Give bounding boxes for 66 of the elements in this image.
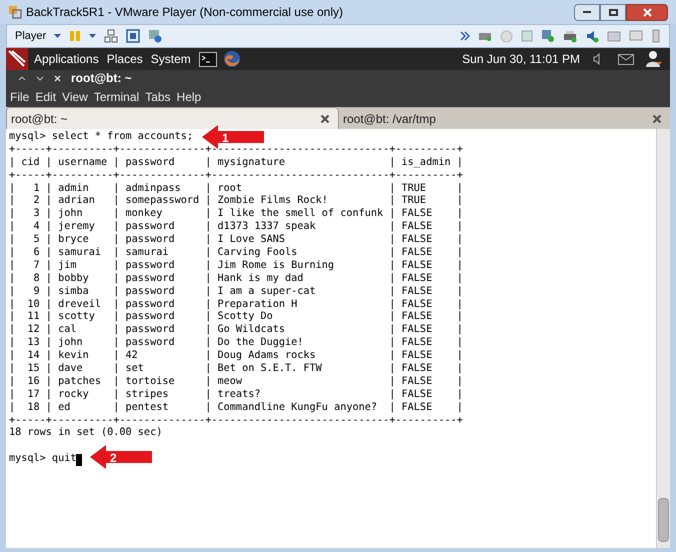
terminal-line: | 2 | adrian | somepassword | Zombie Films Rock! | TRUE | (9, 195, 463, 208)
terminal-line: | 3 | john | monkey | I like the smell of confunk | FALSE | (9, 208, 463, 221)
dragon-logo-icon[interactable] (6, 48, 28, 70)
menu-item[interactable]: Help (176, 88, 202, 106)
terminal-line: | 1 | admin | adminpass | root | TRUE | (9, 182, 463, 195)
terminal-line: | 14 | kevin | 42 | Doug Adams rocks | FALSE | (9, 350, 463, 363)
close-button[interactable] (626, 4, 668, 20)
terminal-line: | 6 | samurai | samurai | Carving Fools | FALSE | (9, 247, 463, 260)
terminal-line: | 5 | bryce | password | I Love SANS | FALSE | (9, 234, 463, 247)
chevron-down-icon[interactable] (36, 76, 44, 80)
close-icon[interactable] (320, 114, 330, 124)
menu-item[interactable]: View (62, 88, 88, 106)
terminal-line: | 10 | dreveil | password | Preparation H | FALSE | (9, 298, 463, 311)
callout-arrow: 2 (90, 445, 152, 469)
clock[interactable]: Sun Jun 30, 11:01 PM (462, 50, 580, 68)
terminal-line: | 16 | patches | tortoise | meow | FALSE | (9, 376, 463, 389)
window-info-icon[interactable] (148, 29, 162, 43)
panel-menu[interactable]: System (150, 50, 191, 68)
window-title: BackTrack5R1 - VMware Player (Non-commercial use only) (26, 4, 343, 21)
close-icon[interactable] (652, 114, 662, 124)
minimize-button[interactable] (574, 4, 600, 20)
fullscreen-icon[interactable] (126, 29, 140, 43)
sound-icon[interactable] (585, 29, 599, 43)
terminal-line: | 11 | scotty | password | Scotty Do | FALSE | (9, 311, 463, 324)
menu-item[interactable]: File (10, 88, 30, 106)
terminal-line: mysql> quit (9, 453, 76, 466)
terminal-line: mysql> select * from accounts; (9, 131, 194, 144)
vmware-logo-icon (8, 5, 22, 19)
maximize-button[interactable] (600, 4, 626, 20)
terminal-line: | 4 | jeremy | password | d1373 1337 speak | FALSE | (9, 221, 463, 234)
menu-item[interactable]: Terminal (94, 88, 140, 106)
terminal-line: | 17 | rocky | stripes | treats? | FALSE | (9, 388, 463, 402)
scrollbar-thumb[interactable] (658, 498, 669, 542)
user-icon[interactable] (646, 50, 662, 68)
hard-drive-icon[interactable] (478, 30, 492, 42)
panel-menu[interactable]: Places (106, 50, 143, 68)
terminal-line: +-----+----------+--------------+-----------------------------+----------+ (9, 170, 463, 183)
terminal-icon[interactable] (198, 52, 217, 66)
scrollbar[interactable] (656, 129, 670, 548)
terminal-line: | 12 | cal | password | Go Wildcats | FALSE | (9, 324, 463, 337)
terminal-line: | cid | username | password | mysignature | is_admin | (9, 156, 463, 170)
firefox-icon[interactable] (222, 50, 241, 68)
terminal-tab[interactable]: root@bt: /var/tmp (339, 107, 670, 129)
terminal-line: +-----+----------+--------------+-----------------------------+----------+ (9, 414, 463, 427)
terminal-title: root@bt: ~ (71, 70, 132, 87)
printer-icon[interactable] (563, 30, 577, 42)
chevron-up-icon[interactable] (18, 76, 26, 80)
terminal-line: | 7 | jim | password | Jim Rome is Burning | FALSE | (9, 260, 463, 273)
terminal-line: | 9 | simba | password | I am a super-cat | FALSE | (9, 286, 463, 299)
network-adapter-icon[interactable] (541, 29, 555, 43)
panel-menu[interactable]: Applications (34, 50, 99, 68)
network-icon[interactable] (104, 29, 118, 43)
terminal-tab[interactable]: root@bt: ~ (6, 107, 339, 129)
menu-item[interactable]: Tabs (145, 88, 171, 106)
mail-icon[interactable] (618, 54, 634, 64)
close-icon (642, 8, 652, 16)
terminal-line: 18 rows in set (0.00 sec) (9, 427, 162, 440)
player-menu-button[interactable]: Player (15, 28, 46, 44)
terminal-line: | 8 | bobby | password | Hank is my dad | FALSE | (9, 272, 463, 286)
chevron-right-icon[interactable] (460, 31, 470, 41)
terminal-line: | 18 | ed | pentest | Commandline KungFu anyone? | FALSE | (9, 402, 463, 415)
caret-icon (54, 34, 62, 38)
caret-icon (89, 34, 96, 38)
terminal-line: | 15 | dave | set | Bet on S.E.T. FTW | FALSE | (9, 363, 463, 376)
terminal-line: | 13 | john | password | Do the Duggie! | FALSE | (9, 337, 463, 350)
menu-item[interactable]: Edit (35, 88, 56, 106)
